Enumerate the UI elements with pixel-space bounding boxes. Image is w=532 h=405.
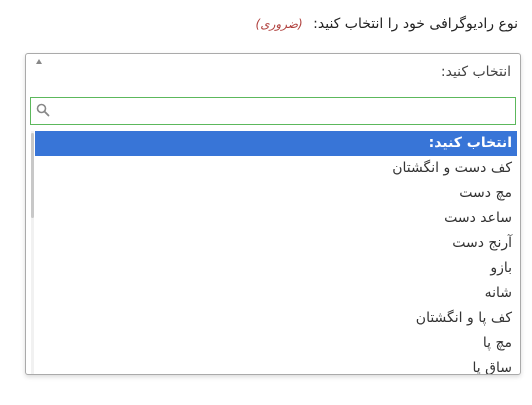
dropdown-option[interactable]: بازو	[35, 256, 517, 281]
search-box[interactable]	[30, 97, 516, 125]
dropdown-option[interactable]: ساعد دست	[35, 206, 517, 231]
scrollbar-thumb[interactable]	[31, 133, 34, 218]
dropdown-option[interactable]: انتخاب کنید:	[35, 131, 517, 156]
field-label: نوع رادیوگرافی خود را انتخاب کنید:	[313, 16, 518, 32]
dropdown-option[interactable]: ساق پا	[35, 356, 517, 374]
dropdown-option[interactable]: شانه	[35, 281, 517, 306]
selected-value: انتخاب کنید:	[440, 64, 511, 80]
required-note: (ضروری)	[255, 17, 303, 31]
chevron-up-icon[interactable]	[36, 59, 42, 64]
dropdown-option[interactable]: آرنج دست	[35, 231, 517, 256]
search-icon	[36, 103, 50, 117]
dropdown-option[interactable]: کف دست و انگشتان	[35, 156, 517, 181]
options-list[interactable]: انتخاب کنید: کف دست و انگشتان مچ دست ساعد د…	[30, 131, 520, 374]
dropdown-option[interactable]: کف پا و انگشتان	[35, 306, 517, 331]
search-input[interactable]	[53, 98, 513, 124]
field-label-row: نوع رادیوگرافی خود را انتخاب کنید: (ضرور…	[256, 16, 518, 32]
radiography-type-dropdown[interactable]: انتخاب کنید: انتخاب کنید: کف دست و انگشتا…	[25, 53, 521, 375]
dropdown-header[interactable]: انتخاب کنید:	[26, 54, 520, 92]
dropdown-option[interactable]: مچ پا	[35, 331, 517, 356]
dropdown-option[interactable]: مچ دست	[35, 181, 517, 206]
